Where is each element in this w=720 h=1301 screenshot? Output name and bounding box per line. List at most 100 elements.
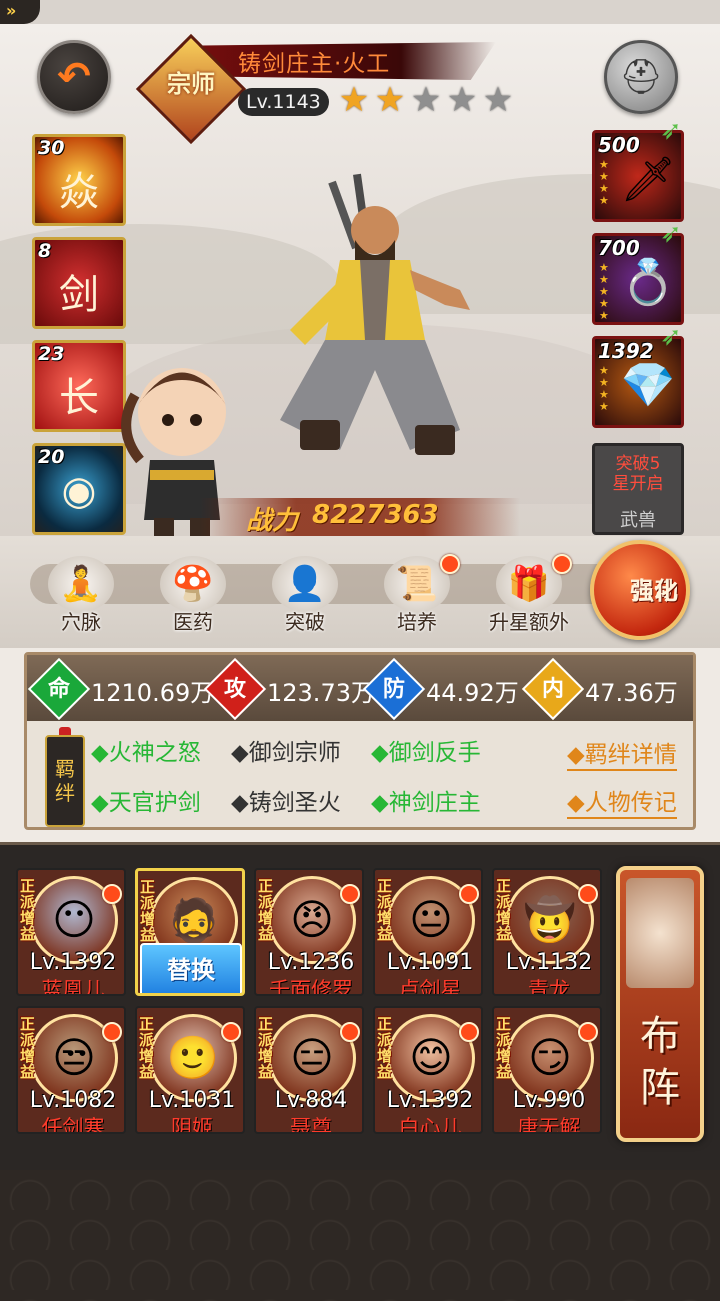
skill-slot[interactable]: 23 长	[32, 340, 126, 432]
faction-buff-tag: 正 派 增 益	[140, 878, 156, 944]
hero-level: Lv.1143	[238, 88, 329, 116]
helmet-button[interactable]: ⛑	[604, 40, 678, 114]
equipment-icon: 💎	[620, 360, 676, 411]
notification-dot	[552, 554, 572, 574]
bond-item: ◆神剑庄主	[371, 790, 481, 816]
menu-label: 穴脉	[61, 610, 101, 634]
expand-arrow-icon[interactable]: »	[0, 0, 40, 24]
skill-level: 20	[38, 446, 65, 468]
faction-buff-tag: 正 派 增 益	[377, 877, 393, 943]
replace-button[interactable]: 替换	[140, 943, 242, 993]
roster-slot[interactable]: 🤠 正 派 增 益 Lv.1132 青龙	[492, 868, 602, 996]
faction-buff-tag: 正 派 增 益	[496, 877, 512, 943]
skill-slot[interactable]: 20 ◉	[32, 443, 126, 535]
hero-level: Lv.990	[512, 1088, 586, 1113]
stat-value: 44.92万	[426, 679, 519, 707]
formation-label: 布 阵	[640, 1013, 680, 1111]
bond-tag: 羁 绊	[45, 735, 85, 827]
menu-label: 医药	[173, 610, 213, 634]
menu-item-3[interactable]: 👤 突破	[260, 556, 350, 640]
hero-level: Lv.1132	[505, 950, 593, 975]
roster-slot[interactable]: 😶 正 派 增 益 Lv.1392 蓝凰儿	[16, 868, 126, 996]
formation-button[interactable]: 布 阵	[616, 866, 704, 1142]
notification-dot	[440, 554, 460, 574]
helmet-icon: ⛑	[619, 57, 663, 97]
menu-label: 突破	[285, 610, 325, 634]
menu-icon: 🍄	[160, 556, 226, 612]
formation-art	[626, 878, 694, 988]
locked-slot-label: 武兽	[620, 510, 656, 531]
stat-icon-label: 内	[541, 677, 564, 702]
roster-slot[interactable]: 😠 正 派 增 益 Lv.1236 千面修罗	[254, 868, 364, 996]
bond-item: ◆火神之怒	[91, 740, 201, 766]
notification-dot	[459, 884, 479, 904]
notification-dot	[578, 884, 598, 904]
star-icon: ★	[482, 80, 514, 120]
menu-item-1[interactable]: 🧘 穴脉	[36, 556, 126, 640]
locked-slot-line2: 星开启	[612, 474, 664, 494]
roster-slot[interactable]: 😊 正 派 增 益 Lv.1392 白心儿	[373, 1006, 483, 1134]
star-icon: ★	[338, 80, 370, 120]
back-button[interactable]: ↶	[37, 40, 111, 114]
attribute-row: 命 1210.69万攻 123.73万防 44.92万内 47.36万	[27, 655, 693, 721]
menu-icon: 👤	[272, 556, 338, 612]
hero-level: Lv.1236	[267, 950, 355, 975]
menu-item-2[interactable]: 🍄 医药	[148, 556, 238, 640]
hero-level: Lv.1392	[29, 950, 117, 975]
back-arrow-icon: ↶	[57, 54, 91, 100]
skill-slot[interactable]: 30 焱	[32, 134, 126, 226]
power-label: 战力	[246, 506, 299, 536]
auto-enhance-line2: 强化	[630, 577, 678, 605]
hero-level: Lv.1091	[386, 950, 474, 975]
upgrade-arrow-icon: ➶	[660, 116, 682, 146]
stat-icon-label: 攻	[223, 677, 246, 702]
menu-item-5[interactable]: 🎁 升星额外	[484, 554, 574, 640]
hero-name: 铸剑庄主·火工	[238, 51, 391, 77]
faction-buff-tag: 正 派 增 益	[258, 877, 274, 943]
stat-icon-label: 防	[382, 677, 405, 702]
hero-name: 千面修罗	[269, 978, 353, 996]
menu-item-4[interactable]: 📜 培养	[372, 554, 462, 640]
bond-details-link[interactable]: ◆羁绊详情	[567, 735, 677, 771]
notification-dot	[102, 884, 122, 904]
faction-buff-tag: 正 派 增 益	[20, 1015, 36, 1081]
roster-slot[interactable]: 😑 正 派 增 益 Lv.884 聂尊	[254, 1006, 364, 1134]
stats-panel: 命 1210.69万攻 123.73万防 44.92万内 47.36万 羁 绊 ◆火神之…	[24, 652, 696, 830]
skill-icon: 剑	[59, 272, 99, 318]
hero-name: 青龙	[528, 978, 570, 996]
notification-dot	[578, 1022, 598, 1042]
hero-level: Lv.1392	[386, 1088, 474, 1113]
faction-buff-tag: 正 派 增 益	[139, 1015, 155, 1081]
roster-slot[interactable]: 🙂 正 派 增 益 Lv.1031 阴姬	[135, 1006, 245, 1134]
hero-name: 白心儿	[398, 1116, 462, 1134]
notification-dot	[340, 1022, 360, 1042]
upgrade-arrow-icon: ➶	[660, 322, 682, 352]
faction-buff-tag: 正 派 增 益	[377, 1015, 393, 1081]
star-icon: ★	[410, 80, 442, 120]
equipment-icon: 💍	[620, 257, 676, 308]
skill-icon: 长	[59, 375, 99, 421]
hero-level: Lv.884	[274, 1088, 348, 1113]
skill-slot[interactable]: 8剑	[32, 237, 126, 329]
notification-dot	[340, 884, 360, 904]
auto-enhance-button[interactable]: 自动 强化	[590, 540, 690, 640]
roster-slot[interactable]: 😐 正 派 增 益 Lv.1091 卢剑星	[373, 868, 483, 996]
hero-level: Lv.1031	[148, 1088, 236, 1113]
notification-dot	[221, 1022, 241, 1042]
power-value: 8227363	[312, 500, 439, 530]
menu-strip-band	[30, 564, 670, 604]
roster-slot[interactable]: 🧔 正 派 增 益替换	[135, 868, 245, 996]
rank-text: 宗师	[167, 70, 215, 98]
hero-name: 聂尊	[290, 1116, 332, 1134]
bond-item: ◆铸剑圣火	[231, 790, 341, 816]
hero-name: 任剑寒	[41, 1116, 105, 1134]
locked-beast-slot[interactable]: 突破5 星开启 武兽	[592, 443, 684, 535]
biography-link[interactable]: ◆人物传记	[567, 783, 677, 819]
roster-slot[interactable]: 😒 正 派 增 益 Lv.1082 任剑寒	[16, 1006, 126, 1134]
locked-slot-line1: 突破5	[615, 454, 661, 474]
star-icon: ★	[446, 80, 478, 120]
stat-value: 47.36万	[585, 679, 678, 707]
roster-slot[interactable]: 😏 正 派 增 益 Lv.990 唐无解	[492, 1006, 602, 1134]
bond-item: ◆御剑反手	[371, 740, 481, 766]
menu-icon: 🧘	[48, 556, 114, 612]
